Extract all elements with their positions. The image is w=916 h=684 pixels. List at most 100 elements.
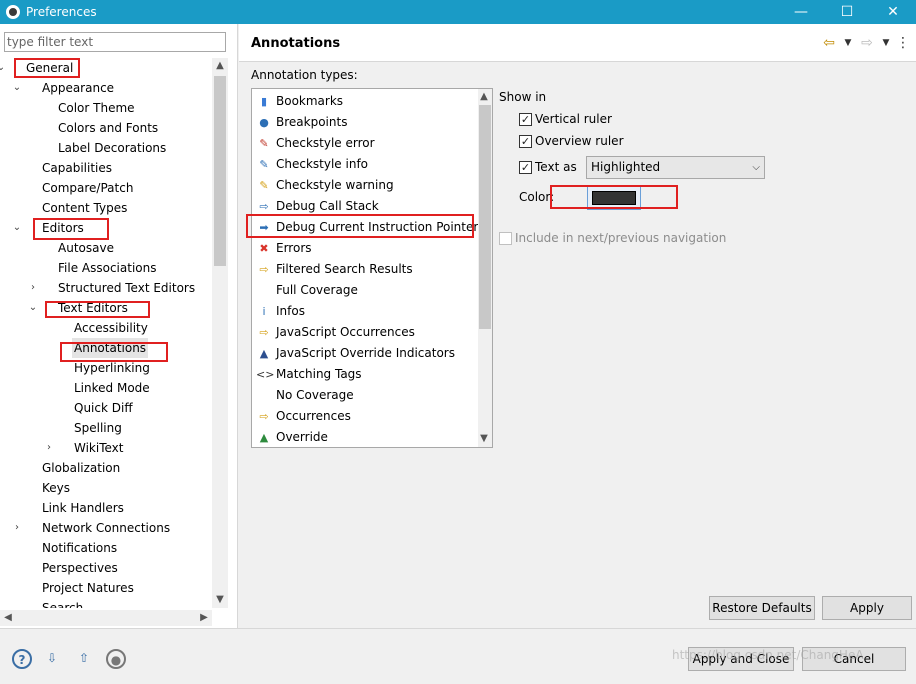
include-navigation-option: Include in next/previous navigation: [499, 228, 726, 248]
forward-dropdown-icon[interactable]: ▼: [880, 38, 892, 48]
restore-defaults-button[interactable]: Restore Defaults: [709, 596, 815, 620]
debug-call-stack-icon: ⇨: [259, 199, 269, 213]
tree-item[interactable]: Structured Text Editors: [56, 278, 197, 298]
chevron-down-icon[interactable]: ⌄: [28, 298, 38, 318]
tree-item[interactable]: Notifications: [40, 538, 119, 558]
scroll-down-icon[interactable]: ▼: [212, 592, 228, 608]
annotation-type-label: Matching Tags: [276, 367, 362, 381]
highlight-box-general: [14, 58, 80, 78]
tree-item[interactable]: Globalization: [40, 458, 122, 478]
scroll-up-icon[interactable]: ▲: [477, 89, 491, 105]
vertical-ruler-checkbox[interactable]: [519, 112, 532, 126]
tree-vertical-scrollbar[interactable]: ▲ ▼: [212, 58, 228, 608]
list-item[interactable]: ▮ Bookmarks: [252, 91, 478, 112]
filter-input[interactable]: [4, 32, 226, 52]
overview-ruler-checkbox[interactable]: [519, 134, 532, 148]
list-item[interactable]: Full Coverage: [252, 280, 478, 301]
history-navigation: ⇦ ▼ ⇨ ▼ ⋮: [820, 34, 910, 52]
chevron-right-icon[interactable]: ›: [12, 518, 22, 538]
list-item[interactable]: ▲ JavaScript Override Indicators: [252, 343, 478, 364]
chevron-right-icon[interactable]: ›: [44, 438, 54, 458]
scroll-right-icon[interactable]: ▶: [196, 610, 212, 626]
checkstyle-warning-icon: ✎: [259, 178, 269, 192]
import-icon[interactable]: ⇩: [42, 649, 62, 669]
maximize-button[interactable]: ☐: [824, 0, 870, 24]
back-dropdown-icon[interactable]: ▼: [842, 38, 854, 48]
tree-item[interactable]: File Associations: [56, 258, 158, 278]
highlight-box-annotations: [60, 342, 168, 362]
list-item[interactable]: No Coverage: [252, 385, 478, 406]
help-icon[interactable]: ?: [12, 649, 32, 669]
annotation-type-label: Full Coverage: [276, 283, 358, 297]
bookmark-icon: ▮: [260, 94, 268, 108]
annotation-list-scroll-thumb[interactable]: [479, 105, 491, 329]
export-icon[interactable]: ⇧: [74, 649, 94, 669]
tree-item[interactable]: Autosave: [56, 238, 116, 258]
tree-item[interactable]: WikiText: [72, 438, 126, 458]
list-item[interactable]: ⇨ Filtered Search Results: [252, 259, 478, 280]
window-title: Preferences: [26, 5, 97, 19]
overview-ruler-option[interactable]: Overview ruler: [519, 131, 624, 151]
scroll-down-icon[interactable]: ▼: [477, 431, 491, 447]
tree-item[interactable]: Link Handlers: [40, 498, 126, 518]
list-item[interactable]: ✎ Checkstyle warning: [252, 175, 478, 196]
annotation-list-scrollbar[interactable]: ▲ ▼: [478, 89, 492, 447]
tree-item[interactable]: Accessibility: [72, 318, 150, 338]
tree-item[interactable]: Compare/Patch: [40, 178, 135, 198]
list-item[interactable]: ⇨ JavaScript Occurrences: [252, 322, 478, 343]
apply-button[interactable]: Apply: [822, 596, 912, 620]
list-item[interactable]: ● Breakpoints: [252, 112, 478, 133]
list-item[interactable]: ✎ Checkstyle error: [252, 133, 478, 154]
text-style-select[interactable]: Highlighted ⌵: [586, 156, 765, 179]
preference-page: Annotations ⇦ ▼ ⇨ ▼ ⋮ Annotation types: …: [239, 24, 916, 628]
tree-item[interactable]: Quick Diff: [72, 398, 135, 418]
search-result-icon: ⇨: [259, 262, 269, 276]
tree-item[interactable]: Spelling: [72, 418, 124, 438]
chevron-down-icon[interactable]: ⌄: [12, 78, 22, 98]
list-item[interactable]: ✎ Checkstyle info: [252, 154, 478, 175]
list-item[interactable]: ✖ Errors: [252, 238, 478, 259]
annotation-type-label: Override: [276, 430, 328, 444]
minimize-button[interactable]: —: [778, 0, 824, 24]
preference-tree-panel: ⌄General⌄AppearanceColor ThemeColors and…: [0, 24, 238, 628]
tree-item[interactable]: Label Decorations: [56, 138, 168, 158]
oomph-record-icon[interactable]: ●: [106, 649, 126, 669]
annotation-type-label: JavaScript Occurrences: [276, 325, 415, 339]
forward-arrow-icon[interactable]: ⇨: [858, 34, 876, 52]
close-button[interactable]: ✕: [870, 0, 916, 24]
annotation-type-label: Errors: [276, 241, 312, 255]
chevron-right-icon[interactable]: ›: [28, 278, 38, 298]
vertical-ruler-option[interactable]: Vertical ruler: [519, 109, 612, 129]
list-item[interactable]: <> Matching Tags: [252, 364, 478, 385]
highlight-box-text-editors: [45, 301, 150, 318]
tree-item[interactable]: Appearance: [40, 78, 116, 98]
list-item[interactable]: i Infos: [252, 301, 478, 322]
scroll-left-icon[interactable]: ◀: [0, 610, 16, 626]
list-item[interactable]: ▲ Override: [252, 427, 478, 447]
tree-item[interactable]: Color Theme: [56, 98, 137, 118]
text-as-checkbox[interactable]: [519, 160, 532, 174]
list-item[interactable]: ⇨ Occurrences: [252, 406, 478, 427]
tree-item[interactable]: Search: [40, 598, 85, 608]
tree-item[interactable]: Keys: [40, 478, 72, 498]
tree-item[interactable]: Perspectives: [40, 558, 120, 578]
tree-item[interactable]: Colors and Fonts: [56, 118, 160, 138]
tree-item[interactable]: Capabilities: [40, 158, 114, 178]
occurrence-icon: ⇨: [259, 325, 269, 339]
chevron-down-icon[interactable]: ⌄: [0, 58, 6, 78]
tree-item[interactable]: Content Types: [40, 198, 129, 218]
tree-item[interactable]: Project Natures: [40, 578, 136, 598]
back-arrow-icon[interactable]: ⇦: [820, 34, 838, 52]
tree-scroll-thumb[interactable]: [214, 76, 226, 266]
scroll-up-icon[interactable]: ▲: [212, 58, 228, 74]
annotation-type-label: Infos: [276, 304, 305, 318]
highlight-box-instruction-pointer: [246, 214, 474, 238]
view-menu-icon[interactable]: ⋮: [896, 35, 910, 51]
tree-item[interactable]: Linked Mode: [72, 378, 152, 398]
tree-item[interactable]: Network Connections: [40, 518, 172, 538]
tree-horizontal-scrollbar[interactable]: ◀ ▶: [0, 610, 212, 626]
preference-tree: ⌄ General ⌄ Appearance Color Theme Colors and…: [0, 58, 212, 608]
text-as-option[interactable]: Text as: [519, 157, 577, 177]
chevron-down-icon[interactable]: ⌄: [12, 218, 22, 238]
annotation-type-label: No Coverage: [276, 388, 354, 402]
